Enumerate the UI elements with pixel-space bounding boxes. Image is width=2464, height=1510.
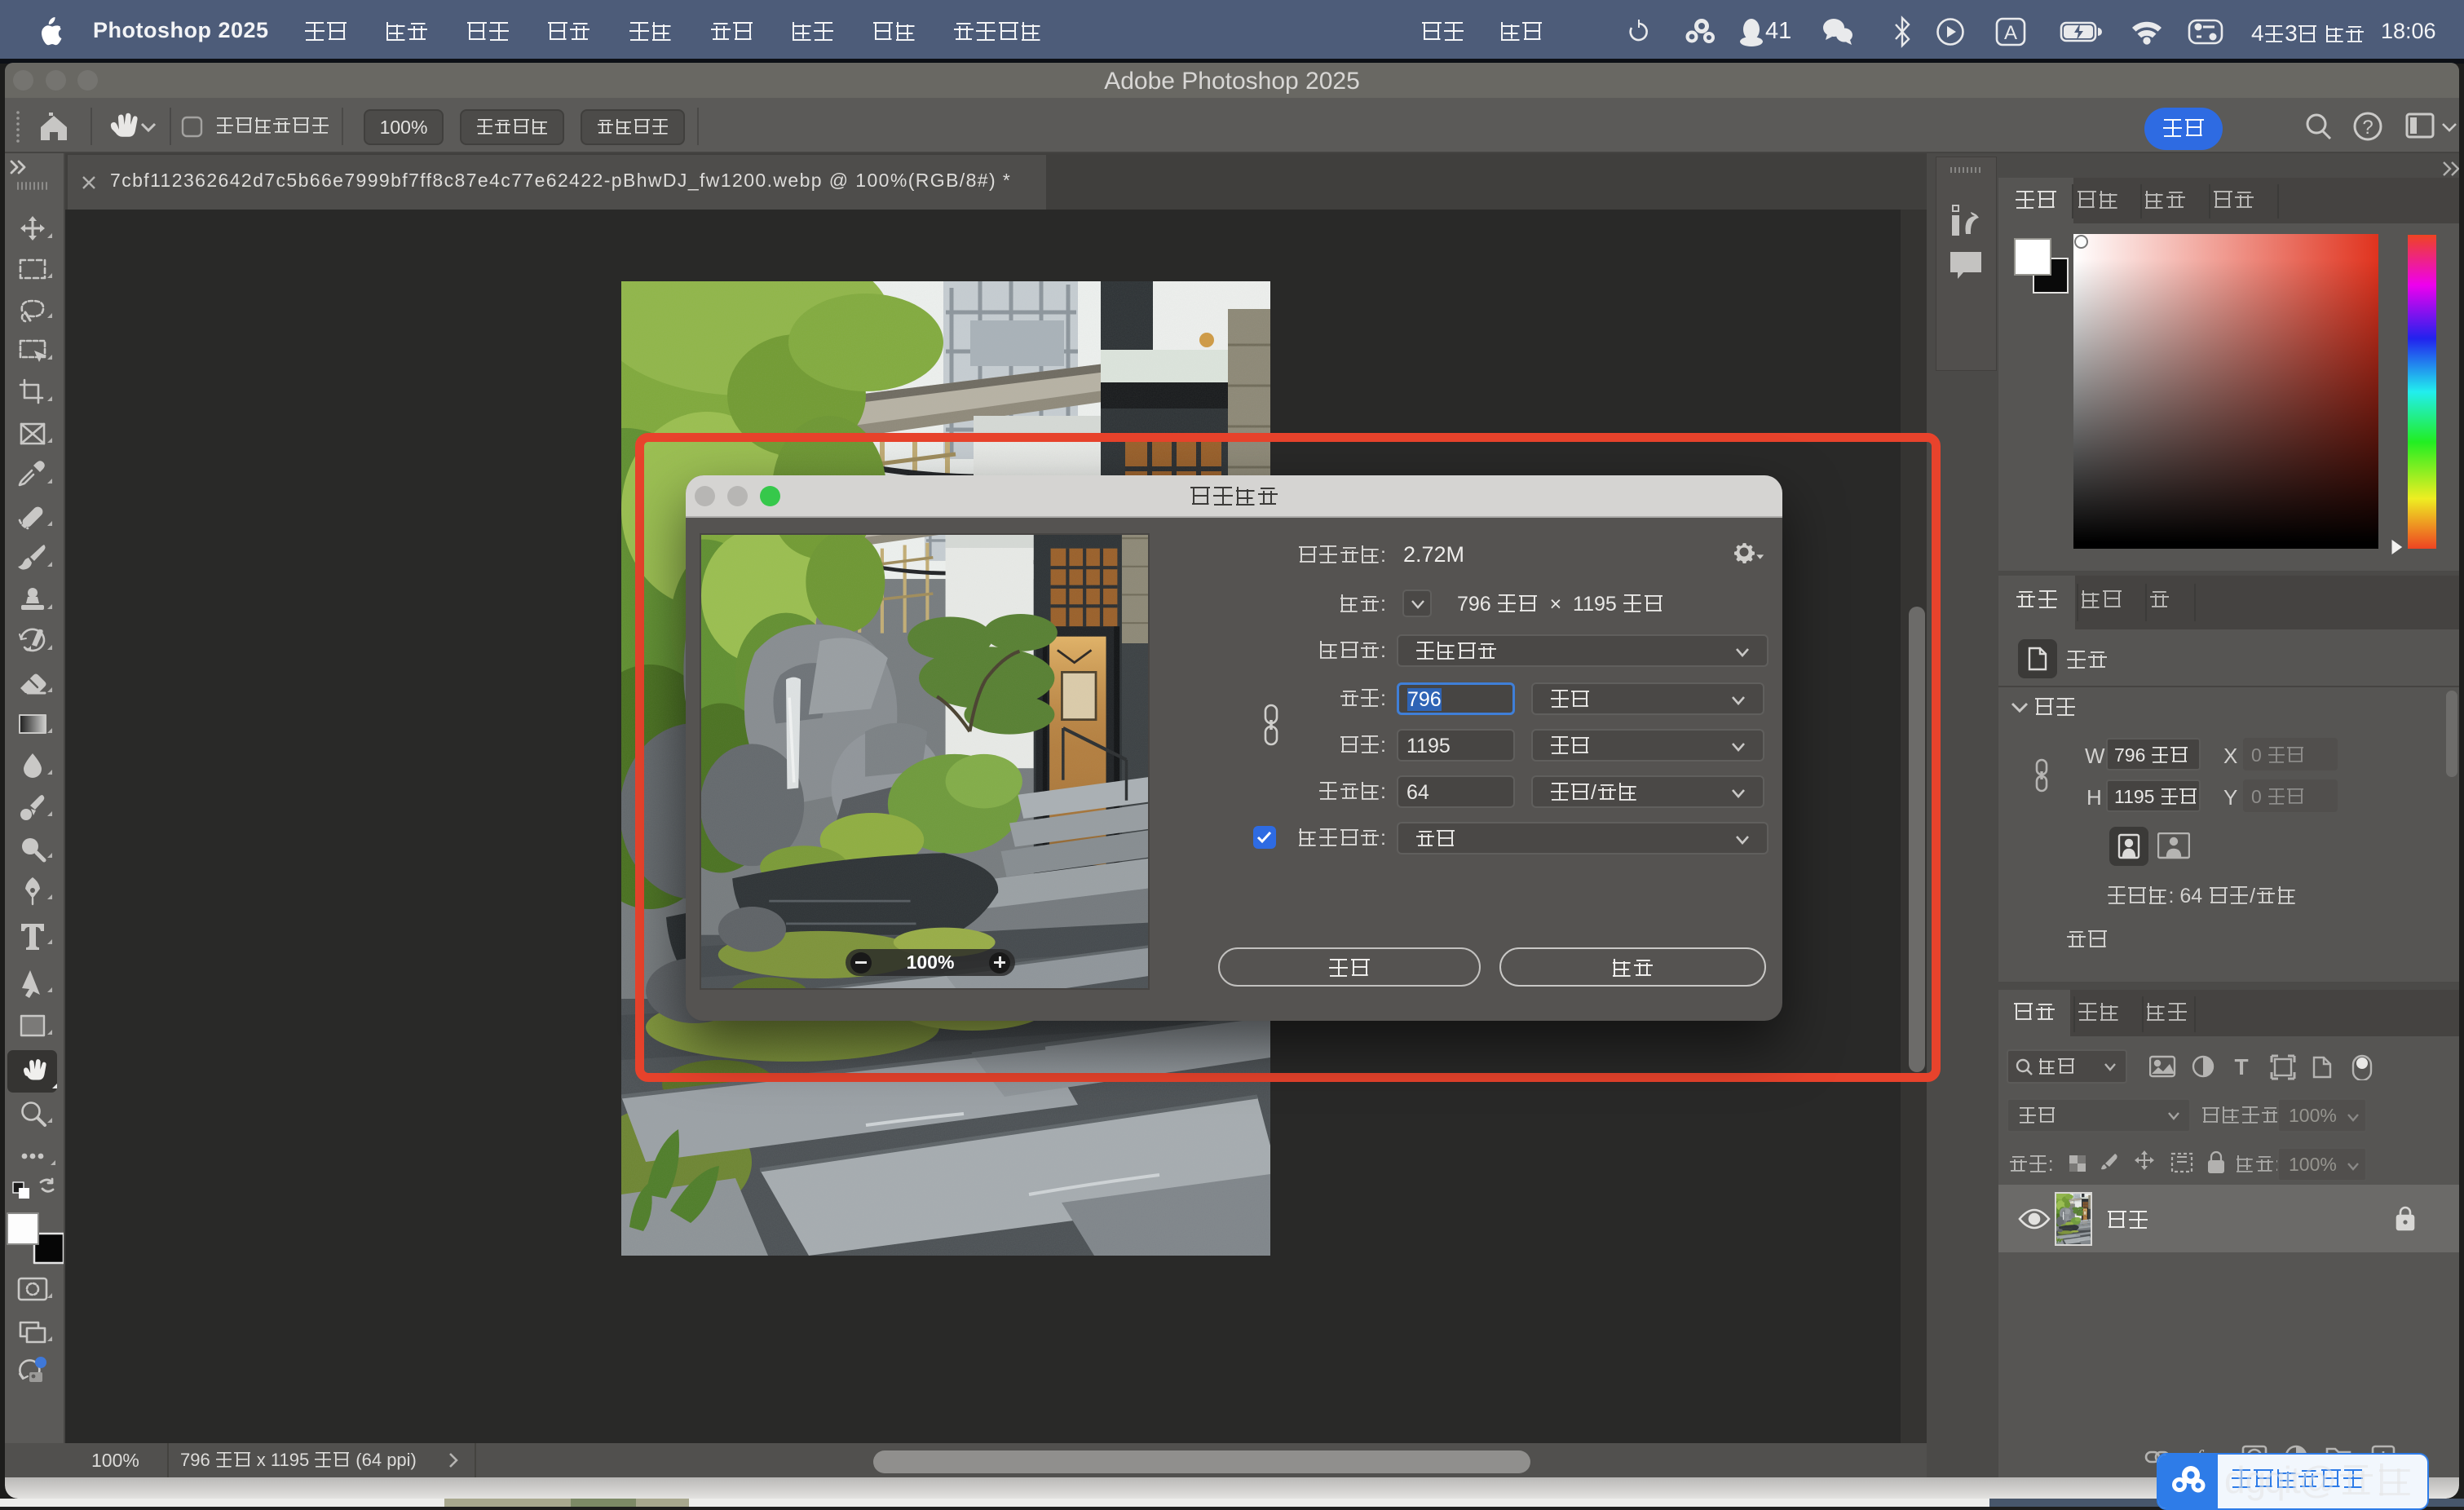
svg-text:T: T [2234,1054,2248,1080]
svg-text:A: A [2004,22,2017,44]
svg-text:?: ? [2362,117,2373,139]
